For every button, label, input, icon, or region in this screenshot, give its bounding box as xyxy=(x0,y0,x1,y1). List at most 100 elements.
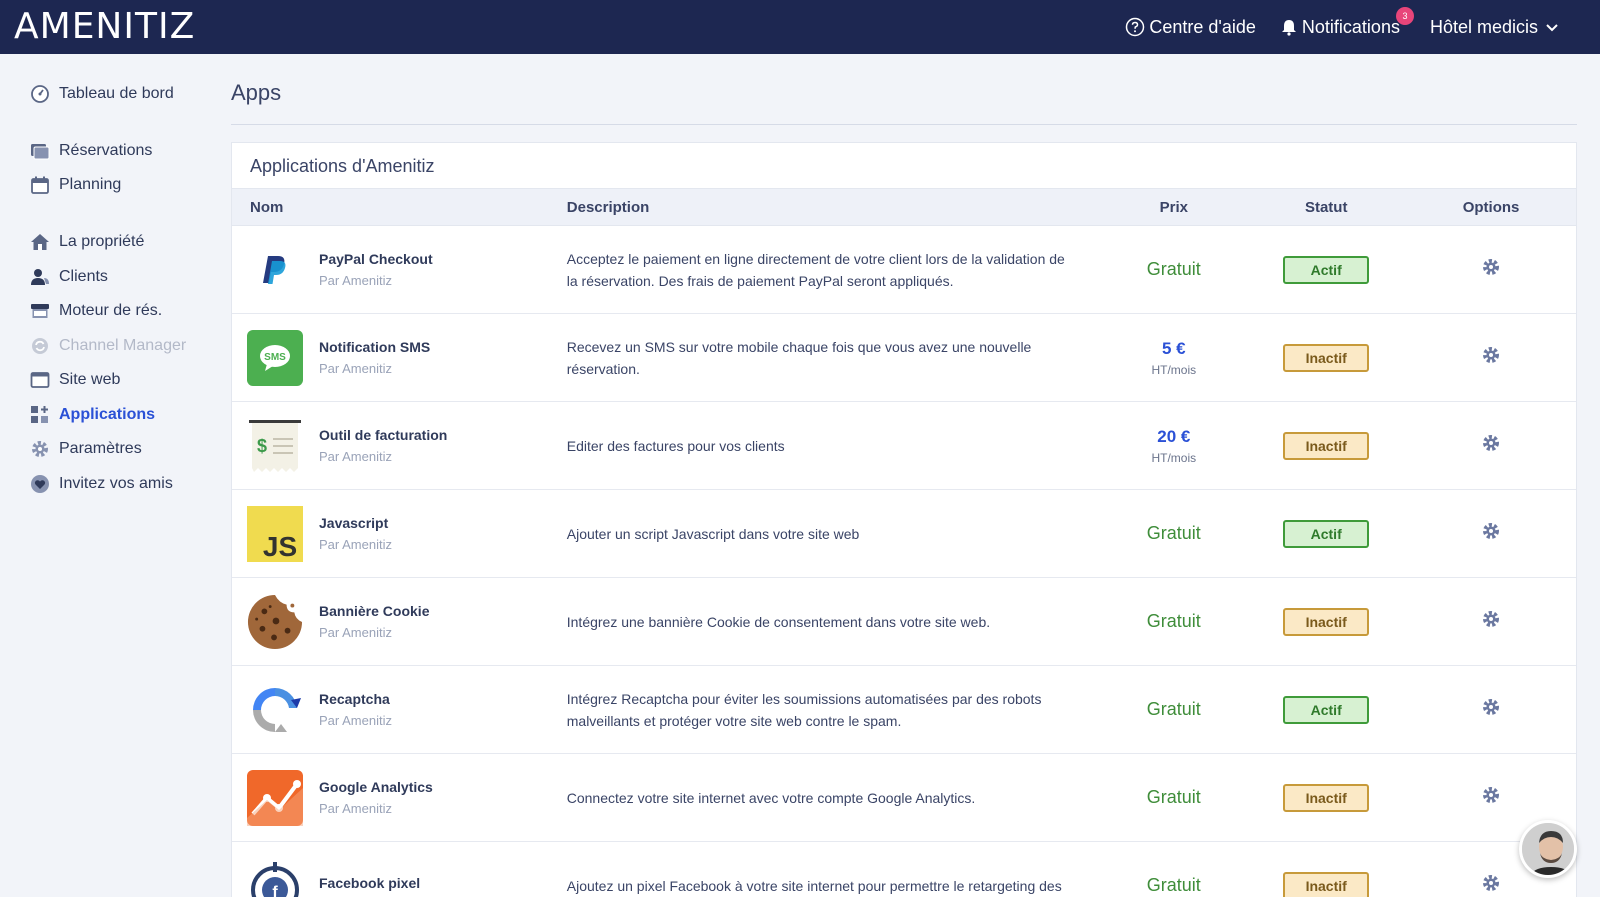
app-price: 20 € xyxy=(1157,426,1191,446)
app-description: Acceptez le paiement en ligne directemen… xyxy=(566,250,1065,289)
app-price-unit: HT/mois xyxy=(1151,362,1197,377)
status-badge[interactable]: Inactif xyxy=(1283,343,1370,372)
options-gear-icon[interactable] xyxy=(1481,257,1501,277)
sidebar-item-label: Paramètres xyxy=(59,440,142,457)
app-description: Intégrez Recaptcha pour éviter les soumi… xyxy=(566,690,1042,729)
calendar-icon xyxy=(30,175,50,195)
support-chat-avatar[interactable] xyxy=(1519,820,1577,878)
javascript-logo: JS xyxy=(247,505,303,562)
title-divider xyxy=(231,124,1577,125)
column-header-options: Options xyxy=(1462,198,1520,216)
sidebar: Tableau de bord Réservations Planning La… xyxy=(0,54,210,897)
status-badge[interactable]: Actif xyxy=(1283,255,1370,284)
table-row: Recaptcha Par Amenitiz Intégrez Recaptch… xyxy=(232,666,1576,754)
sidebar-item-channel-manager[interactable]: Channel Manager xyxy=(30,336,186,356)
app-price: Gratuit xyxy=(1146,523,1201,543)
status-badge[interactable]: Inactif xyxy=(1283,783,1370,812)
sidebar-item-label: Réservations xyxy=(59,142,153,159)
apps-icon xyxy=(30,405,50,425)
recaptcha-logo xyxy=(247,682,303,738)
app-price: Gratuit xyxy=(1146,875,1201,895)
status-badge[interactable]: Actif xyxy=(1283,695,1370,724)
help-label: Centre d'aide xyxy=(1149,16,1256,37)
sidebar-item-label: Site web xyxy=(59,371,121,388)
sidebar-item-label: Clients xyxy=(59,268,108,285)
app-description: Editer des factures pour vos clients xyxy=(566,437,785,454)
options-gear-icon[interactable] xyxy=(1481,609,1501,629)
apps-card: Applications d'Amenitiz Nom Description … xyxy=(231,142,1577,897)
options-gear-icon[interactable] xyxy=(1481,345,1501,365)
app-name[interactable]: Google Analytics xyxy=(319,779,433,795)
hotel-selector[interactable]: Hôtel medicis xyxy=(1430,17,1560,38)
sidebar-item-label: Invitez vos amis xyxy=(59,475,173,492)
app-name[interactable]: Bannière Cookie xyxy=(319,603,429,619)
invoice-logo: $ xyxy=(247,418,303,474)
calendar-stack-icon xyxy=(30,141,50,161)
column-header-name: Nom xyxy=(250,198,284,216)
analytics-logo xyxy=(247,769,303,826)
card-title: Applications d'Amenitiz xyxy=(232,143,1576,189)
svg-text:SMS: SMS xyxy=(264,352,286,363)
sidebar-item-applications[interactable]: Applications xyxy=(30,405,155,425)
options-gear-icon[interactable] xyxy=(1481,697,1501,717)
sidebar-item-clients[interactable]: Clients xyxy=(30,267,108,287)
sidebar-item-property[interactable]: La propriété xyxy=(30,232,144,252)
app-name[interactable]: Notification SMS xyxy=(319,339,430,355)
sidebar-item-invite[interactable]: Invitez vos amis xyxy=(30,474,173,494)
browser-icon xyxy=(30,370,50,390)
heart-icon xyxy=(30,474,50,494)
app-description: Recevez un SMS sur votre mobile chaque f… xyxy=(566,338,1032,377)
app-author: Par Amenitiz xyxy=(319,801,392,816)
app-price: Gratuit xyxy=(1146,259,1201,279)
top-bar: AMENITIZ Centre d'aide Notifications 3 H… xyxy=(0,0,1600,54)
column-header-status: Statut xyxy=(1304,198,1348,216)
sidebar-item-label: Channel Manager xyxy=(59,337,187,354)
options-gear-icon[interactable] xyxy=(1481,873,1501,893)
sidebar-item-planning[interactable]: Planning xyxy=(30,175,121,195)
app-author: Par Amenitiz xyxy=(319,273,392,288)
home-icon xyxy=(30,232,50,252)
table-row: f Facebook pixel Ajoutez un pixel Facebo… xyxy=(232,842,1576,897)
app-price-unit: HT/mois xyxy=(1151,450,1197,465)
app-description: Ajoutez un pixel Facebook à votre site i… xyxy=(566,877,1062,894)
app-name[interactable]: Facebook pixel xyxy=(319,875,420,891)
app-name[interactable]: Javascript xyxy=(319,515,392,531)
app-name[interactable]: PayPal Checkout xyxy=(319,251,433,267)
top-bar-actions: Centre d'aide Notifications 3 Hôtel medi… xyxy=(1101,0,1560,54)
svg-text:$: $ xyxy=(257,436,267,456)
paypal-logo xyxy=(247,242,303,298)
bell-icon xyxy=(1281,20,1296,36)
options-gear-icon[interactable] xyxy=(1481,785,1501,805)
sidebar-item-dashboard[interactable]: Tableau de bord xyxy=(30,84,174,104)
sidebar-item-website[interactable]: Site web xyxy=(30,370,120,390)
gear-icon xyxy=(30,439,50,459)
status-badge[interactable]: Inactif xyxy=(1283,607,1370,636)
sidebar-item-booking-engine[interactable]: Moteur de rés. xyxy=(30,301,162,321)
notifications-button[interactable]: Notifications 3 xyxy=(1280,6,1414,38)
status-badge[interactable]: Actif xyxy=(1283,519,1370,548)
help-icon xyxy=(1126,17,1145,37)
table-row: SMS Notification SMS Par Amenitiz Receve… xyxy=(232,314,1576,402)
sidebar-item-settings[interactable]: Paramètres xyxy=(30,439,142,459)
sync-icon xyxy=(30,336,50,356)
app-price: Gratuit xyxy=(1146,699,1201,719)
options-gear-icon[interactable] xyxy=(1481,521,1501,541)
table-row: Bannière Cookie Par Amenitiz Intégrez un… xyxy=(232,578,1576,666)
app-price: 5 € xyxy=(1161,338,1186,358)
app-name[interactable]: Recaptcha xyxy=(319,691,392,707)
brand-logo[interactable]: AMENITIZ xyxy=(14,6,195,47)
sidebar-item-reservations[interactable]: Réservations xyxy=(30,141,152,161)
app-author: Par Amenitiz xyxy=(319,625,392,640)
svg-text:f: f xyxy=(272,884,278,897)
table-row: Google Analytics Par Amenitiz Connectez … xyxy=(232,754,1576,842)
app-description: Connectez votre site internet avec votre… xyxy=(566,789,976,806)
help-link[interactable]: Centre d'aide xyxy=(1125,17,1256,38)
cookie-logo xyxy=(247,594,303,650)
notifications-count-badge: 3 xyxy=(1395,6,1414,25)
status-badge[interactable]: Inactif xyxy=(1283,871,1370,897)
status-badge[interactable]: Inactif xyxy=(1283,431,1370,460)
table-row: PayPal Checkout Par Amenitiz Acceptez le… xyxy=(232,226,1576,314)
options-gear-icon[interactable] xyxy=(1481,433,1501,453)
app-description: Intégrez une bannière Cookie de consente… xyxy=(566,613,991,630)
app-name[interactable]: Outil de facturation xyxy=(319,427,447,443)
